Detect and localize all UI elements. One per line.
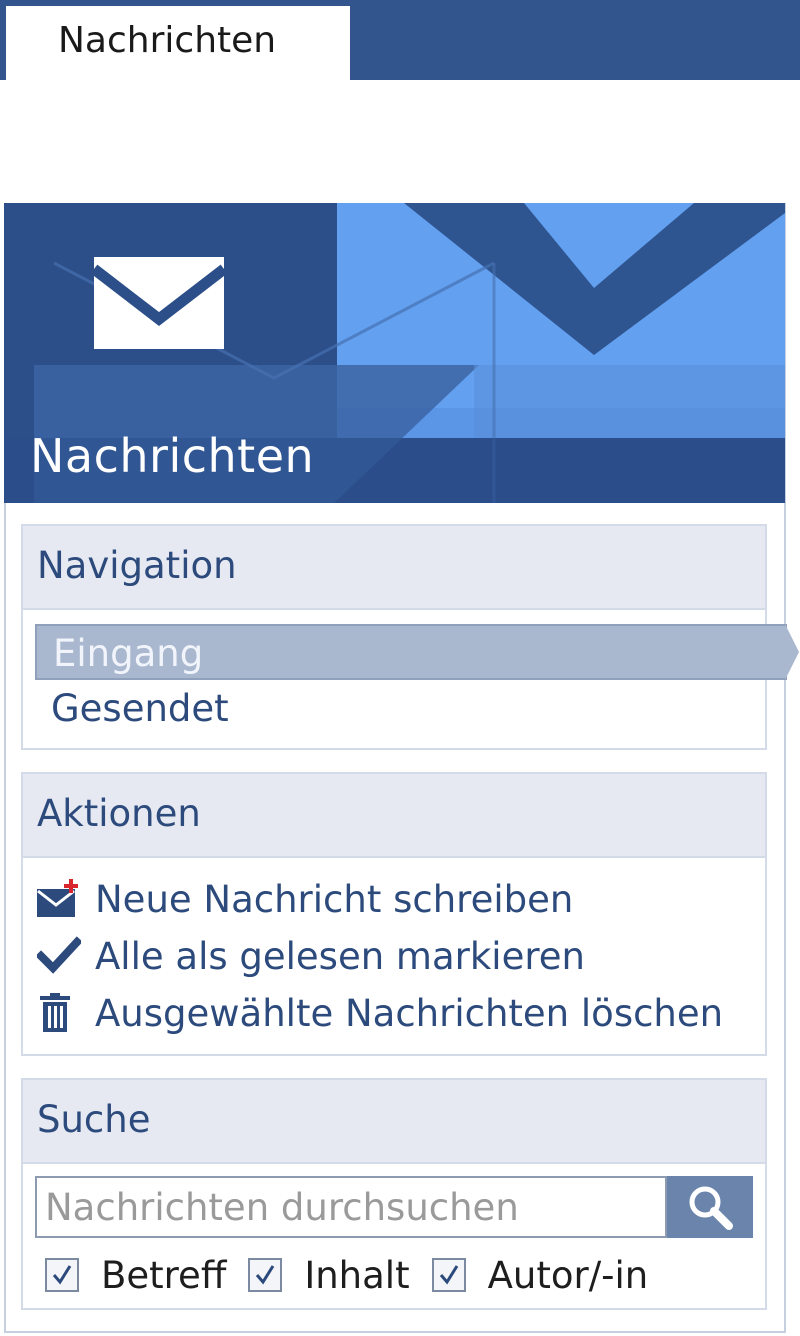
search-button[interactable] [667, 1176, 753, 1238]
filter-autor-label: Autor/-in [487, 1253, 649, 1297]
action-label: Alle als gelesen markieren [95, 934, 585, 978]
filter-autor-checkbox[interactable] [431, 1258, 466, 1292]
nav-item-eingang[interactable]: Eingang [35, 624, 799, 680]
checkmark-icon [37, 934, 87, 978]
filter-betreff-label: Betreff [101, 1253, 227, 1297]
actions-header: Aktionen [23, 774, 765, 858]
checkmark-icon [52, 1265, 72, 1285]
search-panel: Suche Betreff Inhalt Autor/-in [21, 1078, 767, 1310]
checkmark-icon [256, 1265, 275, 1285]
content-edge [0, 80, 6, 204]
selected-arrow-indicator [785, 624, 799, 680]
trash-icon [37, 991, 87, 1035]
filter-inhalt-checkbox[interactable] [248, 1258, 283, 1292]
search-icon [689, 1186, 733, 1230]
action-label: Neue Nachricht schreiben [95, 877, 574, 921]
tab-nachrichten[interactable]: Nachrichten [6, 6, 350, 80]
checkmark-icon [439, 1265, 458, 1285]
nav-item-label: Gesendet [51, 687, 229, 730]
navigation-header: Navigation [23, 526, 765, 610]
actions-panel: Aktionen Neue Nachricht schreiben Alle a… [21, 772, 767, 1056]
search-input[interactable] [35, 1176, 667, 1238]
search-filter-row: Betreff Inhalt Autor/-in [45, 1248, 670, 1302]
envelope-icon [94, 257, 224, 349]
navigation-panel: Navigation Eingang Gesendet [21, 524, 799, 750]
nav-item-gesendet[interactable]: Gesendet [35, 681, 229, 737]
module-banner: Nachrichten [4, 203, 785, 503]
banner-title: Nachrichten [30, 429, 315, 483]
action-label: Ausgewählte Nachrichten löschen [95, 991, 724, 1035]
new-message-action[interactable]: Neue Nachricht schreiben [37, 872, 573, 926]
filter-inhalt-label: Inhalt [304, 1253, 410, 1297]
nav-item-label: Eingang [53, 632, 204, 675]
search-header: Suche [23, 1080, 765, 1164]
delete-selected-action[interactable]: Ausgewählte Nachrichten löschen [37, 986, 723, 1040]
new-message-icon [37, 877, 87, 921]
filter-betreff-checkbox[interactable] [45, 1258, 79, 1292]
mark-all-read-action[interactable]: Alle als gelesen markieren [37, 929, 585, 983]
